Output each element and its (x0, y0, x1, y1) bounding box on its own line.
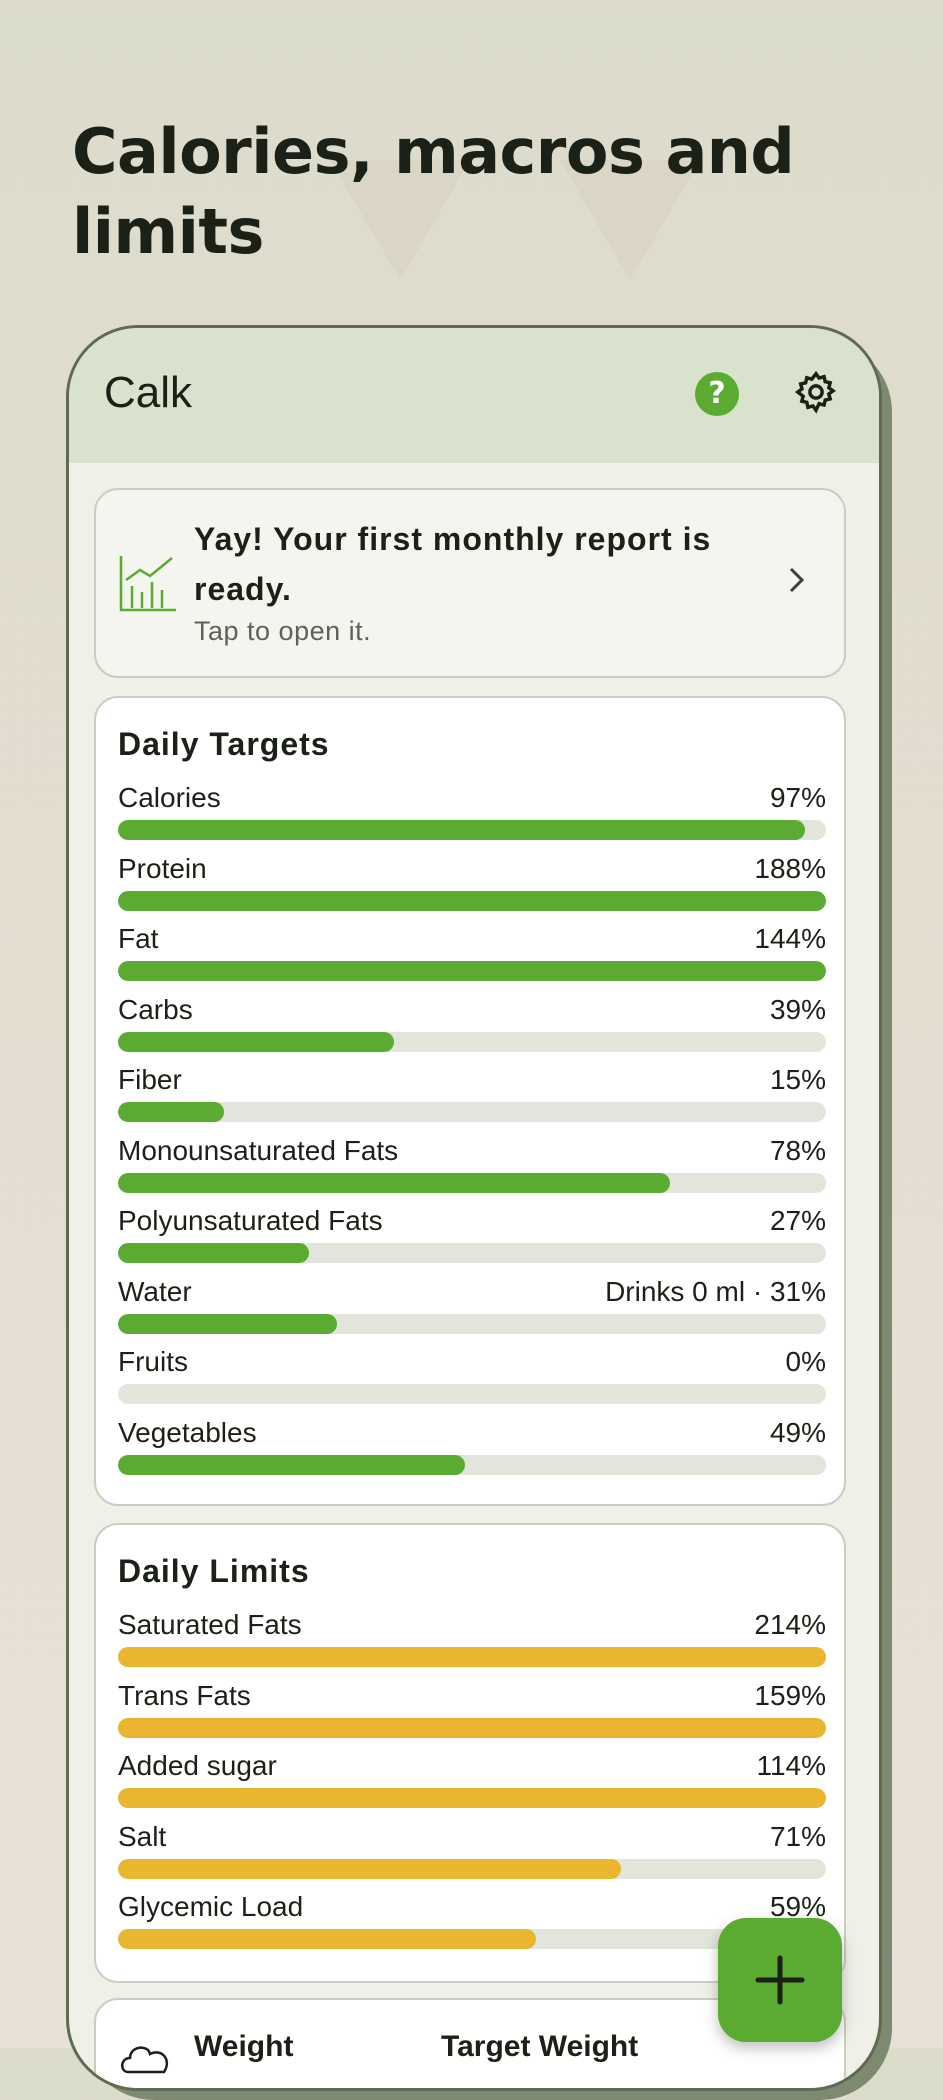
progress-row: Carbs 39% (118, 994, 826, 1064)
progress-label: Salt (118, 1820, 167, 1852)
progress-value: Drinks 0 ml · 31% (605, 1275, 826, 1307)
daily-limits-card: Daily Limits Saturated Fats 214% Trans Fat… (94, 1523, 846, 1983)
progress-row: Saturated Fats 214% (118, 1609, 826, 1679)
progress-value: 49% (769, 1416, 826, 1448)
plus-icon (755, 1955, 805, 2005)
daily-limits-title: Daily Limits (118, 1553, 310, 1589)
progress-fill (118, 1031, 395, 1052)
progress-label: Polyunsaturated Fats (118, 1205, 383, 1236)
weight-label: Weight (194, 2030, 294, 2063)
progress-fill (118, 961, 826, 981)
progress-value: 39% (769, 993, 826, 1025)
progress-label: Water (118, 1275, 192, 1307)
progress-value: 0% (785, 1346, 826, 1377)
daily-targets-card: Daily Targets Calories 97% Protein 188% Fat 1… (94, 696, 846, 1506)
progress-value: 159% (754, 1679, 826, 1711)
progress-value: 97% (769, 782, 826, 813)
progress-row: Protein 188% (118, 853, 826, 923)
progress-track (118, 1647, 826, 1667)
progress-label: Trans Fats (118, 1679, 251, 1711)
progress-row: Water Drinks 0 ml · 31% (118, 1276, 826, 1346)
progress-fill (118, 1102, 225, 1122)
app-title: Calk (104, 368, 193, 417)
progress-row: Polyunsaturated Fats 27% (118, 1205, 826, 1275)
progress-fill (118, 1243, 310, 1263)
progress-track (118, 1243, 826, 1263)
progress-track (118, 1717, 826, 1738)
progress-label: Carbs (118, 993, 193, 1025)
progress-fill (118, 1788, 826, 1808)
progress-value: 188% (754, 852, 826, 884)
progress-fill (118, 1172, 671, 1193)
chevron-right-icon (789, 567, 805, 593)
progress-label: Saturated Fats (118, 1609, 302, 1640)
help-icon[interactable]: ? (695, 372, 739, 416)
progress-row: Monounsaturated Fats 78% (118, 1135, 826, 1205)
progress-label: Glycemic Load (118, 1891, 304, 1922)
progress-fill (118, 1647, 826, 1667)
progress-value: 144% (754, 923, 826, 954)
progress-fill (118, 1454, 465, 1475)
progress-row: Vegetables 49% (118, 1417, 826, 1487)
progress-value: 214% (754, 1609, 826, 1640)
progress-row: Fiber 15% (118, 1064, 826, 1134)
report-banner-subtitle: Tap to open it. (194, 616, 372, 646)
bar-chart-trend-icon (119, 556, 176, 612)
progress-row: Trans Fats 159% (118, 1680, 826, 1750)
progress-label: Calories (118, 782, 221, 813)
progress-label: Fruits (118, 1346, 188, 1377)
target-weight-label: Target Weight (441, 2030, 639, 2063)
add-entry-button[interactable] (718, 1918, 842, 2042)
report-banner-title: Yay! Your first monthly report is ready. (194, 521, 712, 607)
progress-value: 15% (769, 1064, 826, 1095)
progress-row: Fat 144% (118, 923, 826, 993)
daily-targets-title: Daily Targets (118, 726, 330, 762)
progress-track (118, 1858, 826, 1879)
progress-fill (118, 890, 826, 911)
progress-fill (118, 1858, 621, 1879)
progress-label: Vegetables (118, 1416, 257, 1448)
progress-label: Protein (118, 852, 207, 884)
progress-track (118, 961, 826, 981)
progress-label: Fat (118, 923, 159, 954)
progress-track (118, 1313, 826, 1334)
progress-label: Monounsaturated Fats (118, 1134, 399, 1166)
progress-fill (118, 1717, 826, 1738)
progress-track (118, 1384, 826, 1404)
progress-value: 71% (769, 1820, 826, 1852)
page-headline: Calories, macros and limits (72, 115, 795, 268)
progress-track (118, 890, 826, 911)
progress-row: Fruits 0% (118, 1346, 826, 1416)
progress-value: 78% (769, 1134, 826, 1166)
progress-value: 114% (756, 1750, 826, 1781)
progress-track (118, 1031, 826, 1052)
progress-track (118, 1788, 826, 1808)
progress-fill (118, 820, 805, 840)
progress-label: Fiber (118, 1064, 182, 1095)
progress-value: 27% (769, 1205, 826, 1236)
progress-label: Added sugar (118, 1750, 277, 1781)
app-bar: Calk ? (69, 328, 879, 463)
progress-row: Salt 71% (118, 1821, 826, 1891)
progress-track (118, 1172, 826, 1193)
progress-track (118, 1454, 826, 1475)
progress-track (118, 820, 826, 840)
scale-cloud-icon (121, 2046, 169, 2074)
progress-fill (118, 1313, 338, 1334)
progress-fill (118, 1929, 536, 1949)
gear-icon[interactable] (793, 369, 839, 415)
monthly-report-banner[interactable]: Yay! Your first monthly report is ready.… (94, 488, 846, 678)
phone-frame: Calk ? Yay! Your first monthly report is… (66, 325, 882, 2091)
progress-row: Calories 97% (118, 782, 826, 852)
progress-row: Added sugar 114% (118, 1750, 826, 1820)
progress-track (118, 1102, 826, 1122)
